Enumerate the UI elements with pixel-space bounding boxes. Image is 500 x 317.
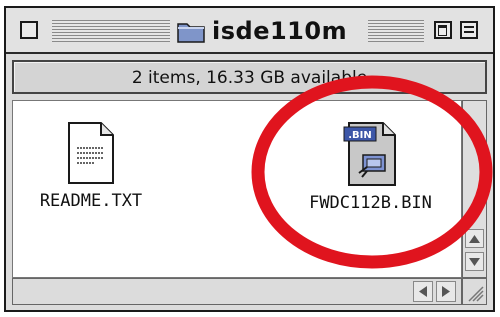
scroll-right-arrow[interactable] (436, 281, 456, 302)
resize-grip-icon (468, 286, 484, 302)
triangle-down-icon (469, 258, 480, 266)
file-name-fwdc112b: FWDC112B.BIN (309, 193, 432, 213)
finder-window: isde110m 2 items, 16.33 GB available REA… (4, 6, 495, 312)
items-available-text: 2 items, 16.33 GB available (131, 68, 368, 88)
title-stripes-right (368, 20, 424, 42)
folder-icon (177, 23, 205, 43)
scroll-left-arrow[interactable] (413, 281, 433, 302)
triangle-right-icon (442, 286, 450, 297)
collapse-box[interactable] (460, 21, 478, 39)
file-readme[interactable]: README.TXT (21, 121, 161, 211)
file-name-readme: README.TXT (39, 191, 143, 211)
scroll-up-arrow[interactable] (465, 229, 484, 248)
zoom-box[interactable] (434, 21, 452, 39)
triangle-left-icon (419, 286, 427, 297)
file-fwdc112b[interactable]: .BIN FWDC112B.BIN (283, 121, 458, 213)
title-bar[interactable]: isde110m (6, 8, 493, 54)
scroll-down-arrow[interactable] (465, 252, 484, 271)
resize-grip[interactable] (462, 278, 487, 305)
file-list-area[interactable]: README.TXT .BIN FWDC112B.BIN (12, 100, 462, 278)
close-box[interactable] (20, 21, 38, 39)
horizontal-scrollbar[interactable] (12, 278, 462, 305)
window-title: isde110m (212, 17, 348, 45)
vertical-scrollbar[interactable] (462, 100, 487, 278)
info-bar: 2 items, 16.33 GB available (12, 60, 487, 94)
title-stripes-left (52, 20, 170, 42)
triangle-up-icon (469, 235, 480, 243)
bin-badge-text: .BIN (348, 130, 372, 141)
text-document-icon (68, 122, 114, 184)
bin-file-icon: .BIN (343, 122, 396, 186)
